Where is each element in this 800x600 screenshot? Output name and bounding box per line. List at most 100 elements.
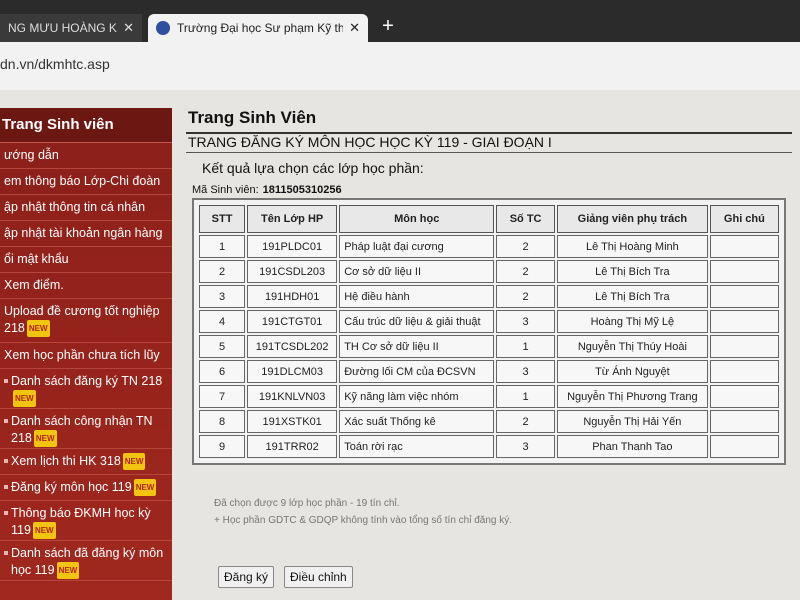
cell-class-code: 191DLCM03 [247,360,338,383]
cell-class-code: 191CTGT01 [247,310,338,333]
cell-note [709,410,779,433]
cell-class-code: 191CSDL203 [247,260,338,283]
page: Trang Sinh viên ướng dẫn em thông báo Lớ… [0,90,800,600]
cell-credits: 2 [496,260,555,283]
subtitle-divider [186,152,792,153]
sidebar-title: Trang Sinh viên [0,108,172,143]
cell-credits: 2 [496,235,555,258]
cell-note [709,235,779,258]
cell-subject: Đường lối CM của ĐCSVN [339,360,495,383]
sidebar-item-update-info[interactable]: ập nhật thông tin cá nhân [0,195,172,221]
sidebar: Trang Sinh viên ướng dẫn em thông báo Lớ… [0,108,172,600]
bullet-icon [4,485,8,489]
sidebar-item-bank-account[interactable]: ập nhật tài khoản ngân hàng [0,221,172,247]
table-row: 2 191CSDL203 Cơ sở dữ liệu II 2 Lê Thị B… [199,260,779,283]
cell-lecturer: Nguyễn Thị Thúy Hoài [556,335,708,358]
site-favicon-icon [156,21,170,35]
tab-label: Trường Đại học Sư phạm Kỹ thuậ [177,21,344,35]
header-stt: STT [199,205,246,233]
sidebar-item-registration-notice[interactable]: Thông báo ĐKMH học kỳ 119 NEW [0,501,172,541]
table-row: 3 191HDH01 Hệ điều hành 2 Lê Thị Bích Tr… [199,285,779,308]
sidebar-item-registered-list[interactable]: Danh sách đã đăng ký môn học 119 NEW [0,541,172,581]
cell-note [709,260,779,283]
sidebar-item-guide[interactable]: ướng dẫn [0,143,172,169]
cell-stt: 3 [199,285,246,308]
cell-subject: Hệ điều hành [339,285,495,308]
sidebar-item-exam-schedule[interactable]: Xem lịch thi HK 318 NEW [0,449,172,475]
header-note: Ghi chú [709,205,779,233]
cell-lecturer: Từ Ánh Nguyệt [556,360,708,383]
sidebar-item-view-grades[interactable]: Xem điểm. [0,273,172,299]
close-icon[interactable]: ✕ [123,20,134,36]
cell-subject: Cơ sở dữ liệu II [339,260,495,283]
cell-credits: 1 [496,385,555,408]
cell-note [709,335,779,358]
close-icon[interactable]: ✕ [349,20,360,36]
cell-credits: 2 [496,285,555,308]
main-content: Trang Sinh Viên TRANG ĐĂNG KÝ MÔN HỌC HỌ… [172,90,800,600]
credit-footnote: + Học phần GDTC & GDQP không tính vào tổ… [214,515,513,526]
cell-class-code: 191TRR02 [247,435,338,458]
header-credits: Số TC [496,205,555,233]
header-class-code: Tên Lớp HP [247,205,338,233]
cell-note [709,360,779,383]
cell-note [709,285,779,308]
url-text[interactable]: dn.vn/dkmhtc.asp [0,56,110,72]
address-bar[interactable]: dn.vn/dkmhtc.asp [0,42,800,91]
sidebar-item-course-registration[interactable]: Đăng ký môn học 119 NEW [0,475,172,501]
cell-note [709,310,779,333]
page-title: Trang Sinh Viên [188,108,317,127]
cell-subject: Xác suất Thống kê [339,410,495,433]
sidebar-item-upload-thesis[interactable]: Upload đề cương tốt nghiệp 218 NEW [0,299,172,343]
new-badge: NEW [26,320,50,338]
bullet-icon [4,419,8,423]
cell-lecturer: Phan Thanh Tao [556,435,708,458]
new-badge: NEW [13,390,36,408]
table-row: 9 191TRR02 Toán rời rạc 3 Phan Thanh Tao [199,435,779,458]
cell-stt: 8 [199,410,246,433]
table-header-row: STT Tên Lớp HP Môn học Số TC Giảng viên … [199,205,779,233]
table-row: 1 191PLDC01 Pháp luật đại cương 2 Lê Thị… [199,235,779,258]
sidebar-item-graduation-registration[interactable]: Danh sách đăng ký TN 218NEW [0,369,172,409]
student-id-label: Mã Sinh viên: [192,184,259,196]
cell-lecturer: Lê Thị Hoàng Minh [556,235,708,258]
table-row: 7 191KNLVN03 Kỹ năng làm việc nhóm 1 Ngu… [199,385,779,408]
bullet-icon [4,551,8,555]
page-subtitle: TRANG ĐĂNG KÝ MÔN HỌC HỌC KỲ 119 - GIAI … [188,134,552,150]
cell-class-code: 191HDH01 [247,285,338,308]
sidebar-item-class-notice[interactable]: em thông báo Lớp-Chi đoàn [0,169,172,195]
cell-stt: 5 [199,335,246,358]
notes: Đã chọn được 9 lớp học phần - 19 tín chỉ… [214,495,512,529]
sidebar-item-change-password[interactable]: ổi mật khẩu [0,247,172,273]
table-row: 6 191DLCM03 Đường lối CM của ĐCSVN 3 Từ … [199,360,779,383]
student-id-row: Mã Sinh viên: 1811505310256 [192,184,342,196]
table-row: 5 191TCSDL202 TH Cơ sở dữ liệu II 1 Nguy… [199,335,779,358]
sidebar-item-graduation-recognition[interactable]: Danh sách công nhận TN 218 NEW [0,409,172,449]
new-tab-button[interactable]: + [376,14,400,38]
cell-stt: 6 [199,360,246,383]
cell-lecturer: Hoàng Thị Mỹ Lệ [556,310,708,333]
browser-tab-2[interactable]: Trường Đại học Sư phạm Kỹ thuậ ✕ [148,14,368,42]
cell-credits: 1 [496,335,555,358]
adjust-button[interactable]: Điều chỉnh [284,566,353,588]
course-table: STT Tên Lớp HP Môn học Số TC Giảng viên … [197,203,781,460]
cell-lecturer: Nguyễn Thị Phương Trang [556,385,708,408]
cell-subject: TH Cơ sở dữ liệu II [339,335,495,358]
register-button[interactable]: Đăng ký [218,566,275,588]
result-label: Kết quả lựa chọn các lớp học phần: [202,160,424,176]
cell-credits: 3 [496,360,555,383]
sidebar-item-uncompleted-courses[interactable]: Xem học phần chưa tích lũy [0,343,172,369]
course-table-frame: STT Tên Lớp HP Môn học Số TC Giảng viên … [192,198,786,465]
bullet-icon [4,379,8,383]
cell-stt: 9 [199,435,246,458]
cell-class-code: 191PLDC01 [247,235,338,258]
browser-tab-1[interactable]: NG MƯU HOÀNG KẾ - ✕ [0,14,142,42]
student-id-value: 1811505310256 [262,184,342,196]
new-badge: NEW [56,562,80,580]
browser-tab-bar: NG MƯU HOÀNG KẾ - ✕ Trường Đại học Sư ph… [0,0,800,42]
cell-subject: Pháp luật đại cương [339,235,495,258]
table-row: 8 191XSTK01 Xác suất Thống kê 2 Nguyễn T… [199,410,779,433]
cell-note [709,435,779,458]
cell-credits: 3 [496,435,555,458]
cell-credits: 2 [496,410,555,433]
